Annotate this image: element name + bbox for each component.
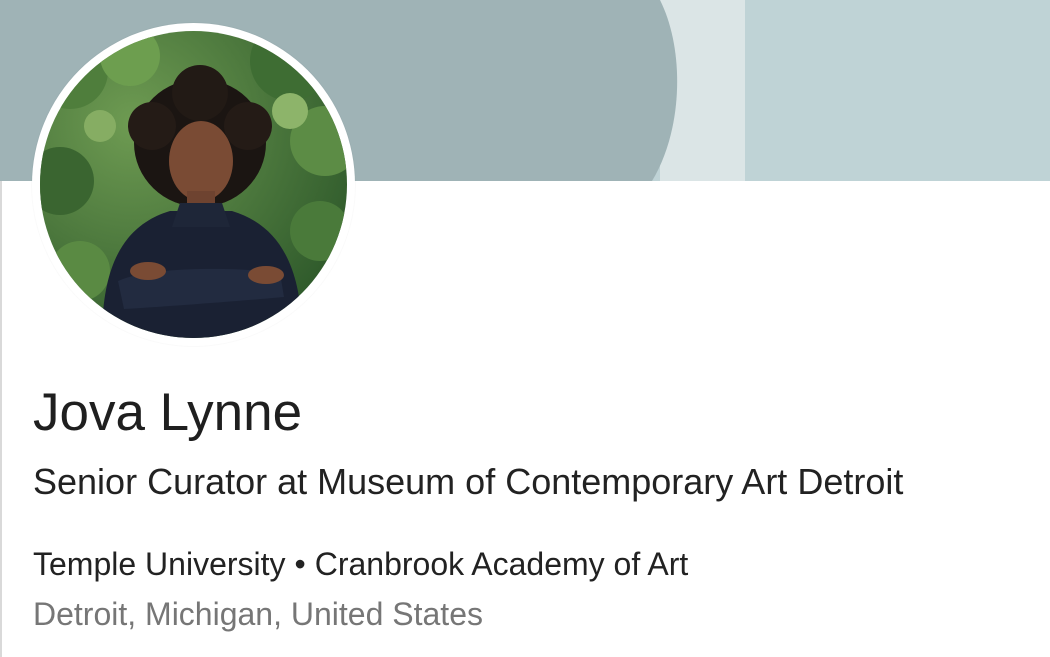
profile-name: Jova Lynne (33, 383, 303, 442)
profile-location: Detroit, Michigan, United States (33, 596, 483, 632)
education-separator: • (294, 546, 306, 582)
education-school-link[interactable]: Temple University (33, 546, 286, 582)
profile-card: Jova Lynne Senior Curator at Museum of C… (0, 0, 1050, 657)
avatar[interactable] (40, 31, 347, 338)
avatar-photo (40, 31, 347, 338)
profile-headline: Senior Curator at Museum of Contemporary… (33, 461, 904, 502)
education-school-link[interactable]: Cranbrook Academy of Art (315, 546, 689, 582)
card-border (0, 181, 2, 657)
education-line: Temple University • Cranbrook Academy of A… (33, 543, 688, 585)
